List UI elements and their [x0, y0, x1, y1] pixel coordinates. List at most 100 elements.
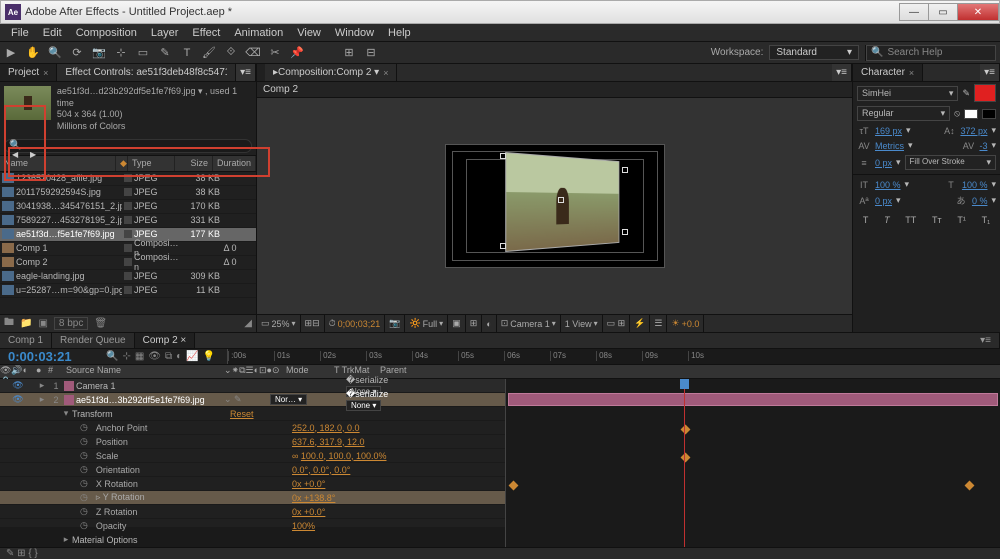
tracking-value[interactable]: -3 [979, 141, 987, 151]
project-item[interactable]: 3041938…345476151_2.jpgJPEG170 KB [0, 200, 256, 214]
camera-tool[interactable]: 📷 [90, 44, 108, 62]
minimize-button[interactable]: — [899, 3, 929, 21]
project-item[interactable]: Comp 2Composi…nΔ 0 [0, 256, 256, 270]
property-row[interactable]: ▹ Y Rotation0x +138.8° [0, 491, 505, 505]
layer-bar[interactable] [508, 393, 998, 406]
project-item[interactable]: eagle-landing.jpgJPEG309 KB [0, 270, 256, 284]
black-swatch[interactable] [982, 109, 996, 119]
timeline-icon[interactable]: ☰ [650, 315, 667, 332]
prev-keyframe-button[interactable]: ◀ [12, 150, 18, 159]
tsume-value[interactable]: 0 % [972, 196, 988, 206]
time-ruler[interactable]: :00s01s02s03s04s05s06s07s08s09s10s [227, 349, 1000, 364]
italic-button[interactable]: T [884, 215, 890, 225]
menu-window[interactable]: Window [328, 27, 381, 39]
new-folder-icon[interactable]: 📁 [20, 318, 32, 329]
bpc-toggle[interactable]: 8 bpc [54, 317, 88, 330]
frame-blend-icon[interactable]: ⧉ [165, 351, 172, 362]
snapshot-icon[interactable]: 📷 [385, 315, 405, 332]
fast-preview-icon[interactable]: ⚡ [630, 315, 650, 332]
subscript-button[interactable]: T₁ [982, 215, 991, 225]
property-row[interactable]: Anchor Point252.0, 182.0, 0.0 [0, 421, 505, 435]
eyedropper-icon[interactable]: ✎ [962, 88, 970, 99]
superscript-button[interactable]: T¹ [957, 215, 966, 225]
menu-file[interactable]: File [4, 27, 36, 39]
brainstorm-icon[interactable]: 💡 [203, 351, 215, 362]
current-time-indicator[interactable] [684, 379, 685, 547]
eraser-tool[interactable]: ⌫ [244, 44, 262, 62]
hide-shy-icon[interactable]: 👁 [148, 351, 161, 362]
stamp-tool[interactable]: ⟐ [222, 44, 240, 62]
allcaps-button[interactable]: TT [905, 215, 916, 225]
transform-group[interactable]: ▾TransformReset [0, 407, 505, 421]
grid-icon[interactable]: ⊞ [466, 315, 483, 332]
menu-view[interactable]: View [290, 27, 328, 39]
time-display[interactable]: ⏱ 0;00;03;21 [325, 315, 386, 332]
interpret-icon[interactable]: 🖿 [4, 315, 14, 332]
brush-tool[interactable]: 🖌 [200, 44, 218, 62]
character-tab[interactable]: Character× [853, 64, 923, 81]
keyframe-icon[interactable] [681, 453, 691, 463]
vscale-value[interactable]: 100 % [875, 180, 901, 190]
resolution-dropdown[interactable]: 🔆 Full [405, 315, 448, 332]
view-layout-dropdown[interactable]: 1 View [561, 315, 603, 332]
effect-controls-tab[interactable]: Effect Controls: ae51f3deb48f8c5471315dd… [57, 64, 236, 81]
comp-breadcrumb[interactable]: Comp 2 [257, 82, 852, 98]
keyframe-icon[interactable] [681, 425, 691, 435]
new-comp-icon[interactable]: ▣ [38, 318, 47, 329]
timeline-tab[interactable]: Comp 2 × [135, 333, 196, 348]
workspace-dropdown[interactable]: Standard▾ [769, 45, 859, 60]
menu-composition[interactable]: Composition [69, 27, 144, 39]
keyframe-marker[interactable] [965, 481, 975, 491]
menu-animation[interactable]: Animation [227, 27, 290, 39]
reset-link[interactable]: Reset [230, 409, 254, 419]
panel-menu-icon[interactable]: ▾≡ [832, 64, 852, 81]
property-row[interactable]: Scale∞ 100.0, 100.0, 100.0% [0, 449, 505, 463]
close-button[interactable]: ✕ [957, 3, 999, 21]
timecode-display[interactable]: 0:00:03:21 [0, 349, 100, 364]
hscale-value[interactable]: 100 % [962, 180, 988, 190]
shape-tool[interactable]: ▭ [134, 44, 152, 62]
close-icon[interactable]: × [43, 68, 48, 78]
pixel-aspect-icon[interactable]: ▭ ⊞ [603, 315, 631, 332]
puppet-tool[interactable]: 📌 [288, 44, 306, 62]
toggle-switches-button[interactable]: ✎ ⊞ { } [0, 548, 44, 559]
roto-tool[interactable]: ✂ [266, 44, 284, 62]
project-search-input[interactable]: 🔍 [4, 139, 252, 153]
motion-blur-icon[interactable]: ◐ [176, 351, 182, 362]
panel-menu-icon[interactable]: ▾≡ [236, 64, 256, 81]
resize-handle-icon[interactable]: ◢ [244, 318, 252, 329]
property-row[interactable]: Z Rotation0x +0.0° [0, 505, 505, 519]
timeline-tab[interactable]: Render Queue [52, 333, 135, 348]
view-camera-dropdown[interactable]: ⊡ Camera 1 [497, 315, 561, 332]
snap-options[interactable]: ⊟ [362, 44, 380, 62]
comp-tab-label[interactable]: ▸ Composition: Comp 2 ▾ × [257, 64, 397, 81]
draft3d-icon[interactable]: ▦ [135, 351, 144, 362]
timeline-tracks[interactable] [506, 379, 1000, 547]
hand-tool[interactable]: ✋ [24, 44, 42, 62]
panel-menu-icon[interactable]: ▾≡ [980, 64, 1000, 81]
keyframe-marker[interactable] [509, 481, 519, 491]
snap-toggle[interactable]: ⊞ [340, 44, 358, 62]
project-item[interactable]: 2011759292594S.jpgJPEG38 KB [0, 186, 256, 200]
roi-icon[interactable]: ▣ [448, 315, 466, 332]
search-help-input[interactable]: 🔍 Search Help [866, 45, 996, 61]
project-tab[interactable]: Project× [0, 64, 57, 81]
comp-viewer[interactable] [257, 98, 852, 314]
property-row[interactable]: Orientation0.0°, 0.0°, 0.0° [0, 463, 505, 477]
next-keyframe-button[interactable]: ▶ [30, 150, 36, 159]
channels-icon[interactable]: ⊞⊟ [301, 315, 325, 332]
search-layers-icon[interactable]: 🔍 [106, 351, 118, 362]
leading-value[interactable]: 372 px [960, 126, 987, 136]
menu-help[interactable]: Help [381, 27, 418, 39]
stroke-mode-dropdown[interactable]: Fill Over Stroke▾ [905, 155, 996, 170]
zoom-dropdown[interactable]: ▭ 25% [257, 315, 301, 332]
anchor-tool[interactable]: ⊹ [112, 44, 130, 62]
timeline-tab[interactable]: Comp 1 [0, 333, 52, 348]
text-tool[interactable]: T [178, 44, 196, 62]
property-row[interactable]: X Rotation0x +0.0° [0, 477, 505, 491]
delete-icon[interactable]: 🗑 [94, 318, 107, 329]
font-size-value[interactable]: 169 px [875, 126, 902, 136]
bold-button[interactable]: T [863, 215, 869, 225]
rotate-tool[interactable]: ⟳ [68, 44, 86, 62]
graph-editor-icon[interactable]: 📈 [186, 351, 198, 362]
